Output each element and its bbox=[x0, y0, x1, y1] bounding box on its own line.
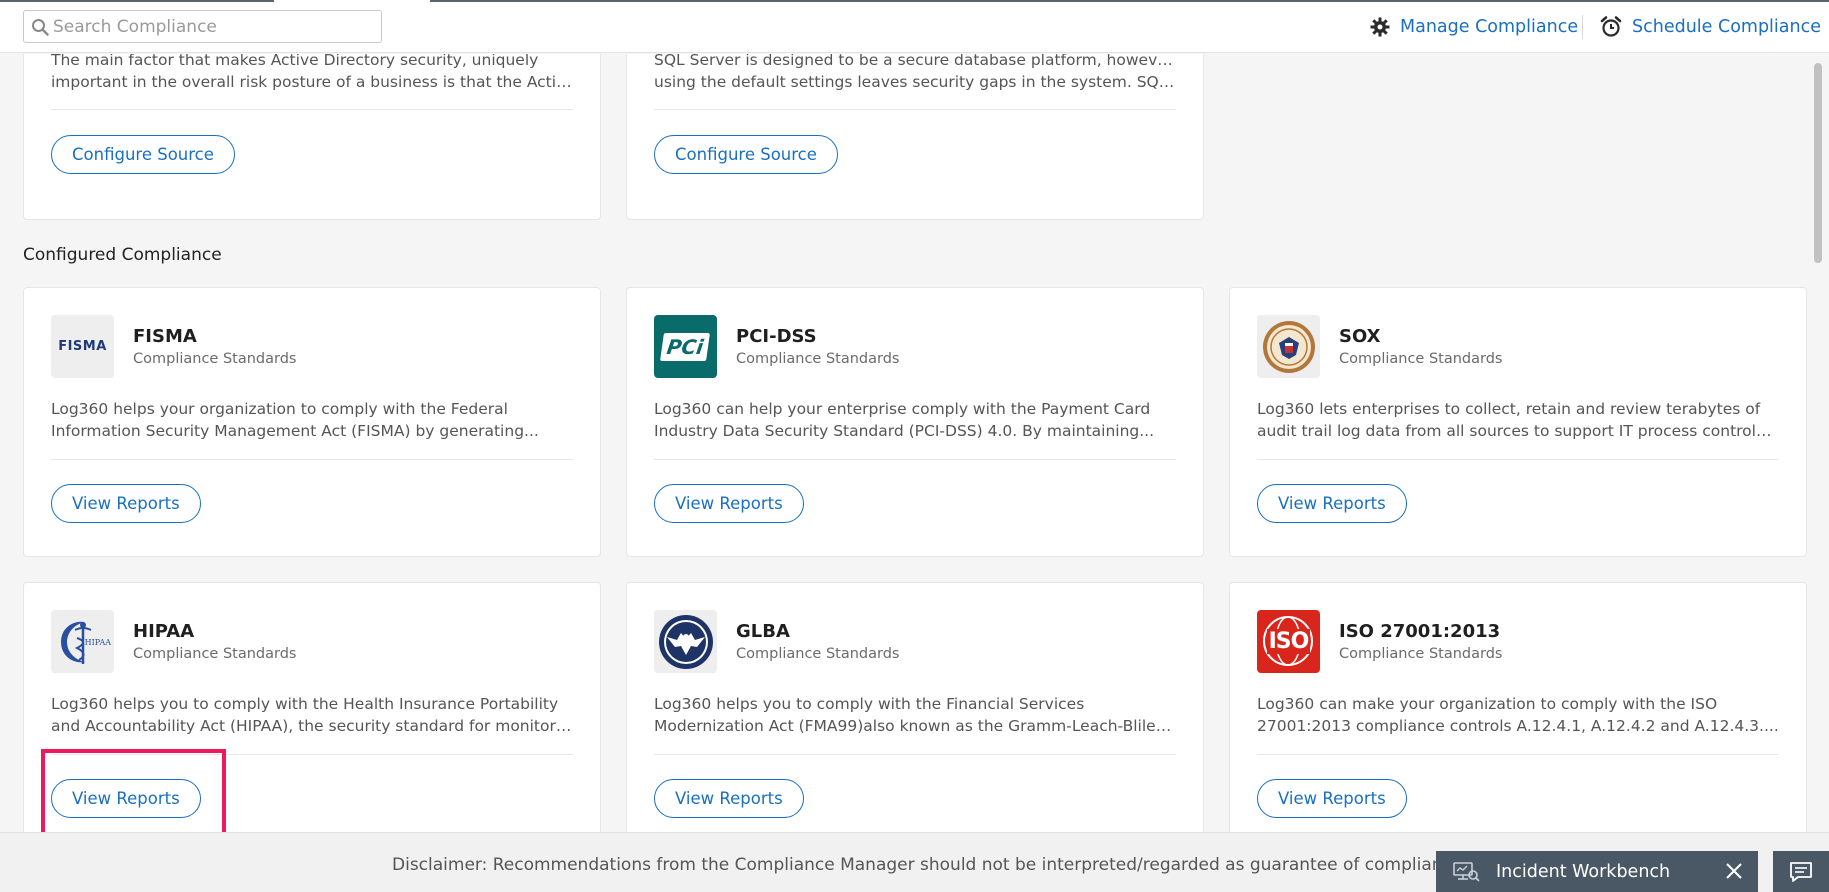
schedule-compliance-button[interactable]: Schedule Compliance bbox=[1600, 14, 1821, 40]
view-reports-button[interactable]: View Reports bbox=[1257, 779, 1407, 818]
workbench-label: Incident Workbench bbox=[1496, 861, 1671, 882]
iso-logo: ISO bbox=[1257, 610, 1320, 673]
eagle-seal-icon bbox=[658, 614, 713, 669]
card-title: GLBA bbox=[736, 621, 790, 642]
search-icon bbox=[32, 18, 49, 36]
card-title: PCI-DSS bbox=[736, 326, 817, 347]
view-reports-button[interactable]: View Reports bbox=[1257, 484, 1407, 523]
view-reports-button[interactable]: View Reports bbox=[51, 779, 201, 818]
hipaa-card: HIPAA HIPAA Compliance Standards Log360 … bbox=[23, 582, 601, 832]
card-subtitle: Compliance Standards bbox=[1339, 351, 1503, 367]
card-description: Log360 can help your enterprise comply w… bbox=[654, 400, 1155, 440]
card-divider bbox=[1257, 459, 1779, 460]
glba-seal-logo bbox=[654, 610, 717, 673]
top-bar: Manage Compliance Schedule Compliance bbox=[0, 0, 1829, 53]
schedule-compliance-label: Schedule Compliance bbox=[1632, 17, 1821, 37]
card-description: Log360 can make your organization to com… bbox=[1257, 695, 1779, 735]
search-input[interactable] bbox=[53, 16, 353, 37]
card-divider bbox=[51, 754, 573, 755]
card-subtitle: Compliance Standards bbox=[133, 351, 297, 367]
card-divider bbox=[51, 459, 573, 460]
card-description: Log360 lets enterprises to collect, reta… bbox=[1257, 400, 1779, 440]
vertical-scrollbar[interactable] bbox=[1812, 63, 1824, 833]
card-description: Log360 helps you to comply with the Fina… bbox=[654, 695, 1176, 735]
card-description: Log360 helps your organization to comply… bbox=[51, 400, 539, 440]
gear-icon bbox=[1370, 17, 1390, 37]
disclaimer-text: Disclaimer: Recommendations from the Com… bbox=[392, 855, 1468, 875]
search-box[interactable] bbox=[23, 10, 382, 43]
seal-icon bbox=[1262, 320, 1315, 373]
card-title: HIPAA bbox=[133, 621, 195, 642]
view-reports-button[interactable]: View Reports bbox=[654, 779, 804, 818]
configure-source-button[interactable]: Configure Source bbox=[654, 135, 838, 174]
configure-source-button[interactable]: Configure Source bbox=[51, 135, 235, 174]
scrollbar-thumb[interactable] bbox=[1814, 63, 1822, 263]
view-reports-button[interactable]: View Reports bbox=[51, 484, 201, 523]
card-title: ISO 27001:2013 bbox=[1339, 621, 1501, 642]
card-subtitle: Compliance Standards bbox=[736, 351, 900, 367]
pci-logo: PCi bbox=[654, 315, 717, 378]
fisma-logo: FISMA bbox=[51, 315, 114, 378]
incident-workbench-panel[interactable]: Incident Workbench bbox=[1436, 851, 1758, 892]
iso-27001-card: ISO ISO 27001:2013 Compliance Standards … bbox=[1229, 582, 1807, 832]
view-reports-button[interactable]: View Reports bbox=[654, 484, 804, 523]
close-icon[interactable] bbox=[1724, 861, 1744, 881]
manage-compliance-button[interactable]: Manage Compliance bbox=[1370, 14, 1578, 40]
sql-server-card: SQL Server is designed to be a secure da… bbox=[626, 54, 1204, 220]
workbench-icon bbox=[1453, 861, 1480, 882]
compliance-content: The main factor that makes Active Direct… bbox=[0, 54, 1812, 832]
tab-strip bbox=[0, 0, 1829, 2]
card-subtitle: Compliance Standards bbox=[133, 646, 297, 662]
card-divider bbox=[51, 109, 573, 110]
card-subtitle: Compliance Standards bbox=[1339, 646, 1503, 662]
card-divider bbox=[654, 754, 1176, 755]
sox-card: SOX Compliance Standards Log360 lets ent… bbox=[1229, 287, 1807, 557]
alarm-clock-icon bbox=[1600, 16, 1622, 37]
sox-seal-logo bbox=[1257, 315, 1320, 378]
section-title: Configured Compliance bbox=[23, 245, 222, 265]
card-description: Log360 helps you to comply with the Heal… bbox=[51, 695, 573, 735]
hipaa-logo: HIPAA bbox=[51, 610, 114, 673]
card-divider bbox=[1257, 754, 1779, 755]
card-title: FISMA bbox=[133, 326, 197, 347]
chat-button[interactable] bbox=[1773, 851, 1829, 892]
top-divider bbox=[1582, 15, 1583, 39]
chat-icon bbox=[1790, 861, 1812, 882]
active-directory-card: The main factor that makes Active Direct… bbox=[23, 54, 601, 220]
card-subtitle: Compliance Standards bbox=[736, 646, 900, 662]
pci-dss-card: PCi PCI-DSS Compliance Standards Log360 … bbox=[626, 287, 1204, 557]
card-divider bbox=[654, 109, 1176, 110]
glba-card: GLBA Compliance Standards Log360 helps y… bbox=[626, 582, 1204, 832]
card-description: SQL Server is designed to be a secure da… bbox=[654, 54, 1176, 91]
fisma-card: FISMA FISMA Compliance Standards Log360 … bbox=[23, 287, 601, 557]
manage-compliance-label: Manage Compliance bbox=[1400, 17, 1579, 37]
card-divider bbox=[654, 459, 1176, 460]
card-description: The main factor that makes Active Direct… bbox=[51, 54, 573, 91]
card-title: SOX bbox=[1339, 326, 1381, 347]
